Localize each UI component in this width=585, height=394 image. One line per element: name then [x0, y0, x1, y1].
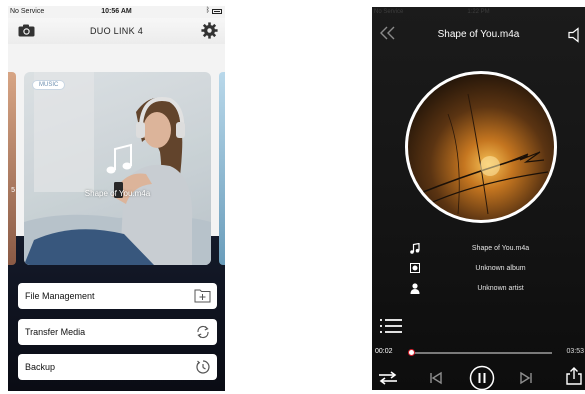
music-category-card[interactable]: MUSIC Shape of You.m4a: [24, 72, 211, 265]
navigation-bar: DUO LINK 4: [8, 18, 225, 44]
card-song-title: Shape of You.m4a: [84, 189, 151, 198]
file-management-button[interactable]: File Management: [18, 283, 217, 309]
current-time: 00:02: [375, 348, 393, 355]
music-player-screen: No Service 1:22 PM Shape of You.m4a Shap…: [372, 7, 585, 390]
add-folder-icon: [194, 288, 211, 303]
backup-button[interactable]: Backup: [18, 354, 217, 380]
status-bar: No Service 10:56 AM ᛒ: [8, 6, 225, 18]
music-note-icon: [410, 243, 420, 254]
music-note-icon: [104, 143, 134, 177]
progress-knob[interactable]: [408, 349, 416, 356]
playlist-icon[interactable]: [380, 318, 402, 334]
previous-card-label: 5: [11, 187, 15, 194]
artist-person-icon: [410, 283, 420, 294]
pause-icon[interactable]: [469, 365, 495, 390]
status-time: 10:56 AM: [101, 8, 132, 15]
transfer-media-label: Transfer Media: [25, 327, 86, 337]
previous-icon[interactable]: [429, 371, 443, 385]
app-title: DUO LINK 4: [89, 26, 143, 36]
player-title: Shape of You.m4a: [437, 29, 520, 40]
file-management-label: File Management: [25, 291, 95, 301]
track-artist: Unknown artist: [477, 285, 524, 292]
backup-timer-icon: [195, 359, 211, 375]
progress-slider[interactable]: [408, 349, 552, 356]
status-time: 1:22 PM: [467, 9, 490, 15]
album-disc-icon: [410, 263, 420, 273]
next-icon[interactable]: [519, 371, 533, 385]
backup-label: Backup: [25, 362, 56, 372]
status-bar: No Service 1:22 PM: [372, 9, 585, 18]
music-category-badge: MUSIC: [32, 80, 66, 90]
track-album-row: Unknown album: [405, 263, 555, 277]
album-art: [405, 71, 557, 223]
next-category-card[interactable]: [219, 72, 225, 265]
previous-category-card[interactable]: 5: [8, 72, 16, 265]
share-icon[interactable]: [565, 367, 583, 385]
battery-icon: [212, 9, 222, 14]
bluetooth-icon: ᛒ: [205, 7, 210, 14]
track-album: Unknown album: [475, 265, 526, 272]
track-artist-row: Unknown artist: [405, 283, 555, 297]
sync-icon: [195, 324, 211, 340]
gear-icon[interactable]: [201, 22, 218, 39]
volume-icon[interactable]: [568, 27, 582, 43]
transfer-media-button[interactable]: Transfer Media: [18, 319, 217, 345]
track-song-row: Shape of You.m4a: [405, 243, 555, 257]
duo-link-home-screen: No Service 10:56 AM ᛒ DUO LINK 4 5 MUSIC…: [8, 6, 225, 391]
shuffle-icon[interactable]: [379, 371, 397, 385]
track-song: Shape of You.m4a: [471, 245, 530, 252]
total-time: 03:53: [566, 348, 584, 355]
